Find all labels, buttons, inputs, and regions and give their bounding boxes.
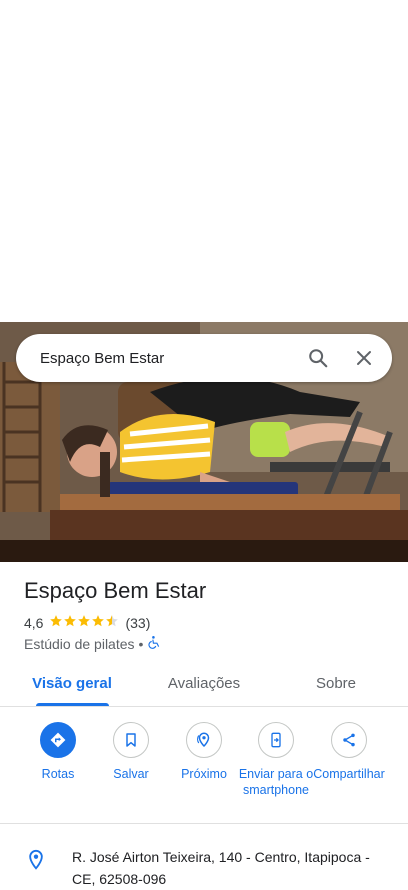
directions-icon[interactable] (40, 722, 76, 758)
nearby-icon[interactable] (186, 722, 222, 758)
star-icon (91, 614, 105, 631)
search-query-text[interactable]: Espaço Bem Estar (40, 350, 298, 367)
category-label: Estúdio de pilates (24, 635, 135, 652)
place-title: Espaço Bem Estar (24, 578, 207, 603)
share-icon[interactable] (331, 722, 367, 758)
bookmark-icon[interactable] (113, 722, 149, 758)
place-tabs: Visão geral Avaliações Sobre (0, 664, 408, 707)
save-button[interactable]: Salvar (93, 722, 169, 782)
nearby-label: Próximo (181, 767, 227, 781)
search-icon[interactable] (298, 338, 338, 378)
star-icon (49, 614, 63, 631)
category-row: Estúdio de pilates • (24, 635, 161, 652)
location-pin-icon (26, 849, 46, 876)
search-bar[interactable]: Espaço Bem Estar (16, 334, 392, 382)
star-icon (77, 614, 91, 631)
section-divider (0, 823, 408, 824)
wheelchair-accessible-icon (147, 635, 161, 652)
share-label: Compartilhar (313, 767, 385, 781)
blank-map-area (0, 0, 408, 322)
review-count[interactable]: (33) (125, 615, 150, 631)
send-to-phone-label: Enviar para o smartphone (238, 767, 314, 797)
rating-value: 4,6 (24, 614, 44, 631)
category-separator: • (138, 635, 144, 652)
rating-row[interactable]: 4,6 (33) (24, 614, 150, 631)
nearby-button[interactable]: Próximo (166, 722, 242, 782)
close-icon[interactable] (344, 338, 384, 378)
star-icon (105, 614, 119, 631)
directions-button[interactable]: Rotas (20, 722, 96, 782)
address-text[interactable]: R. José Airton Teixeira, 140 - Centro, I… (72, 846, 392, 890)
tab-about[interactable]: Sobre (296, 664, 376, 706)
send-to-phone-button[interactable]: Enviar para o smartphone (238, 722, 314, 798)
share-button[interactable]: Compartilhar (311, 722, 387, 782)
save-label: Salvar (113, 767, 149, 781)
directions-label: Rotas (41, 767, 75, 781)
action-buttons: Rotas Salvar Próximo Enviar para o smart… (0, 722, 408, 822)
star-rating (49, 614, 119, 631)
active-tab-indicator (36, 703, 109, 706)
star-icon (63, 614, 77, 631)
tab-overview[interactable]: Visão geral (24, 664, 120, 706)
send-to-phone-icon[interactable] (258, 722, 294, 758)
tab-reviews[interactable]: Avaliações (156, 664, 252, 706)
